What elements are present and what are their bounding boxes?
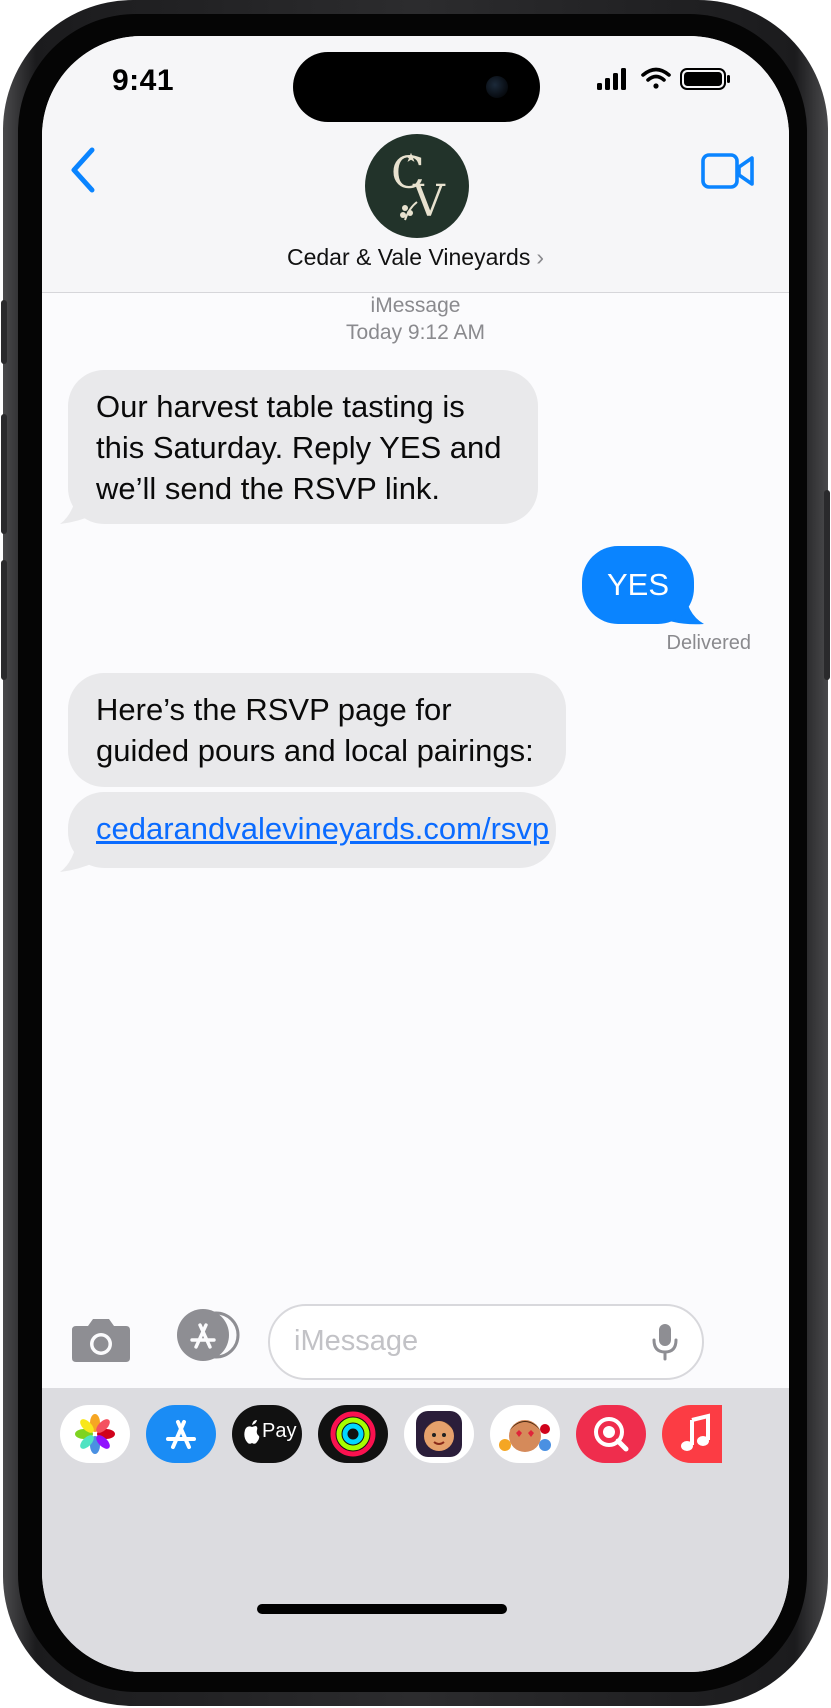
contact-name-button[interactable]: Cedar & Vale Vineyards ›: [42, 244, 789, 271]
volume-down-button: [1, 560, 7, 680]
message-line: guided pours and local pairings:: [96, 733, 534, 768]
svg-text:V: V: [412, 176, 446, 227]
camera-icon[interactable]: [70, 1316, 132, 1364]
action-button: [1, 300, 7, 364]
volume-up-button: [1, 414, 7, 534]
message-line: this Saturday. Reply YES and: [96, 430, 502, 465]
message-line: Here’s the RSVP page for: [96, 692, 452, 727]
service-label: iMessage: [370, 294, 461, 317]
app-store-icon[interactable]: [168, 1308, 242, 1362]
rsvp-link[interactable]: cedarandvalevineyards.com/rsvp: [96, 811, 549, 846]
message-text: YES: [606, 567, 670, 602]
apple-pay-icon[interactable]: Pay: [232, 1405, 302, 1463]
message-input-placeholder: iMessage: [294, 1325, 419, 1357]
facetime-video-icon[interactable]: [701, 152, 755, 190]
cellular-signal-icon: [597, 68, 626, 90]
battery-icon: [680, 68, 730, 90]
conversation-header: 9:41 C V Cedar & Vale Vineyards ›: [42, 36, 789, 293]
status-icons: [597, 67, 730, 90]
outgoing-message-bubble[interactable]: YES: [582, 546, 694, 624]
dynamic-island: [293, 52, 540, 122]
contact-avatar[interactable]: C V: [365, 134, 469, 238]
status-time: 9:41: [112, 64, 175, 97]
power-button: [824, 490, 830, 680]
vineyard-logo-icon: C V: [391, 148, 446, 227]
photos-icon[interactable]: [60, 1405, 130, 1463]
back-button[interactable]: [62, 140, 104, 200]
activity-icon[interactable]: [318, 1405, 388, 1463]
front-camera: [486, 76, 508, 98]
home-indicator[interactable]: [257, 1604, 507, 1614]
screen: 9:41 C V Cedar & Vale Vineyards › iMessa…: [42, 36, 789, 1672]
delivery-status: Delivered: [666, 632, 751, 654]
animoji-icon[interactable]: [490, 1405, 560, 1463]
message-timestamp: Today 9:12 AM: [346, 321, 485, 344]
incoming-message-bubble[interactable]: Here’s the RSVP page for guided pours an…: [68, 673, 566, 787]
message-line: we’ll send the RSVP link.: [96, 471, 441, 506]
incoming-message-bubble[interactable]: Our harvest table tasting is this Saturd…: [68, 370, 538, 524]
music-icon[interactable]: [662, 1405, 722, 1463]
message-input[interactable]: iMessage: [268, 1304, 704, 1380]
chevron-right-icon: ›: [536, 244, 544, 270]
microphone-icon[interactable]: [650, 1322, 680, 1362]
message-line: Our harvest table tasting is: [96, 389, 465, 424]
app-store-icon[interactable]: [146, 1405, 216, 1463]
wifi-icon: [641, 67, 671, 89]
contact-name: Cedar & Vale Vineyards: [286, 244, 531, 270]
search-images-icon[interactable]: [576, 1405, 646, 1463]
incoming-link-bubble[interactable]: cedarandvalevineyards.com/rsvp: [68, 792, 556, 868]
apple-pay-label: Pay: [262, 1420, 297, 1442]
memoji-icon[interactable]: [404, 1405, 474, 1463]
